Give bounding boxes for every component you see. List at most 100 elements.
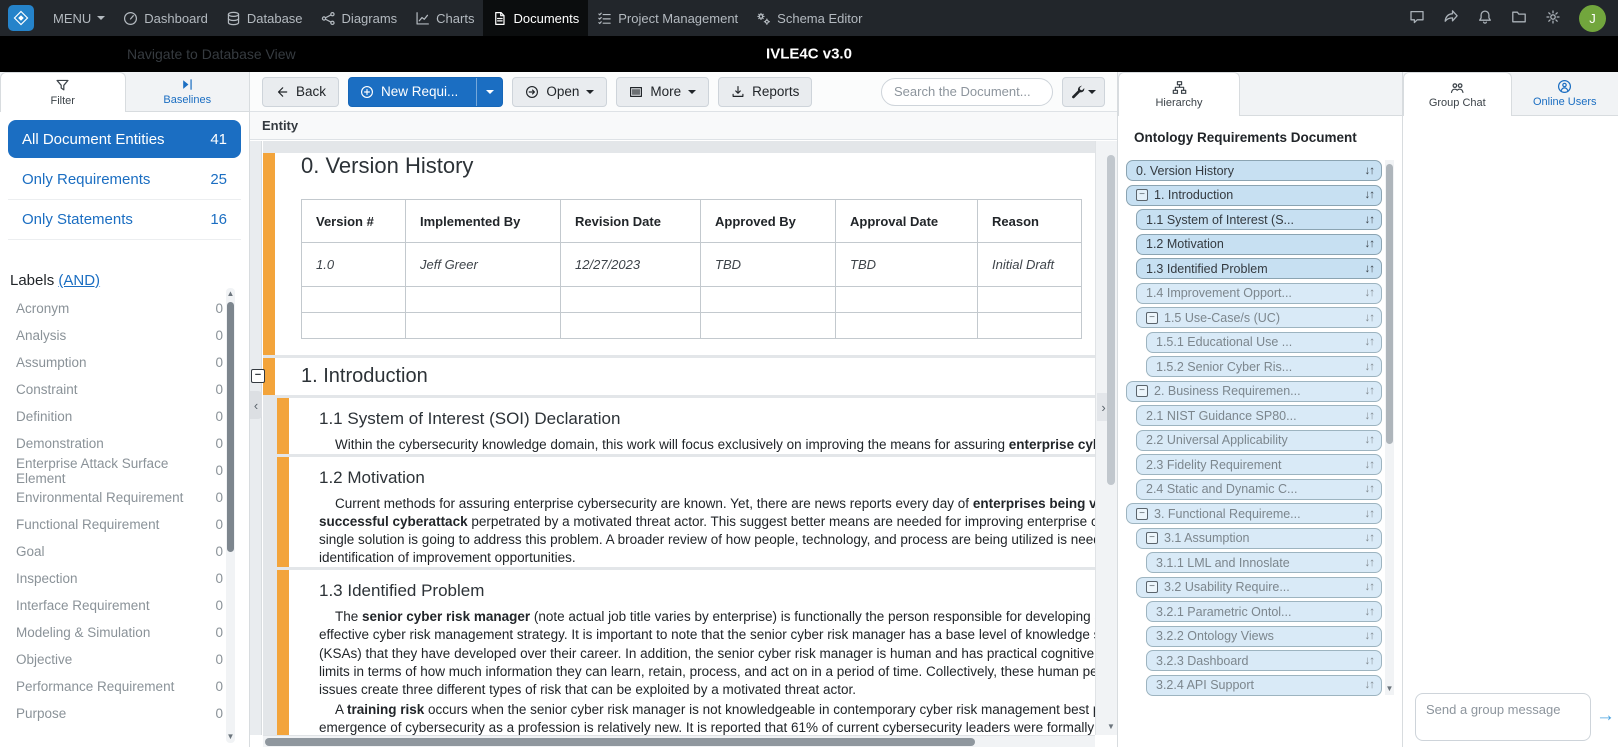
hierarchy-item-1-5-1-educational-use[interactable]: 1.5.1 Educational Use ...↓↑	[1146, 332, 1382, 353]
new-requirement-button[interactable]: New Requi...	[348, 77, 503, 107]
scroll-down-icon[interactable]: ▼	[226, 732, 235, 742]
hierarchy-item-1-2-motivation[interactable]: 1.2 Motivation↓↑	[1136, 234, 1382, 255]
sort-icon[interactable]: ↓↑	[1365, 312, 1375, 324]
hierarchy-item-1-introduction[interactable]: −1. Introduction↓↑	[1126, 185, 1382, 206]
send-message-icon[interactable]: →	[1596, 705, 1615, 727]
collapse-icon[interactable]: −	[1146, 532, 1158, 544]
hierarchy-item-1-4-improvement-opport[interactable]: 1.4 Improvement Opport...↓↑	[1136, 283, 1382, 304]
sort-icon[interactable]: ↓↑	[1365, 189, 1375, 201]
hierarchy-item-2-1-nist-guidance-sp80[interactable]: 2.1 NIST Guidance SP80...↓↑	[1136, 405, 1382, 426]
sidebar-scrollbar[interactable]: ▲ ▼	[226, 288, 235, 743]
gear-icon[interactable]	[1545, 9, 1561, 28]
new-requirement-dropdown[interactable]	[476, 78, 502, 106]
hierarchy-item-1-1-system-of-interest-s[interactable]: 1.1 System of Interest (S...↓↑	[1136, 209, 1382, 230]
sort-icon[interactable]: ↓↑	[1365, 581, 1375, 593]
label-modeling-simulation[interactable]: Modeling & Simulation0	[0, 619, 249, 646]
hierarchy-item-3-2-4-api-support[interactable]: 3.2.4 API Support↓↑	[1146, 675, 1382, 696]
hierarchy-item-1-5-use-case-s-uc[interactable]: −1.5 Use-Case/s (UC)↓↑	[1136, 307, 1382, 328]
sort-icon[interactable]: ↓↑	[1365, 165, 1375, 177]
tab-group-chat[interactable]: Group Chat	[1403, 72, 1512, 116]
tab-online-users[interactable]: Online Users	[1512, 72, 1618, 115]
more-button[interactable]: More	[616, 77, 709, 107]
sort-icon[interactable]: ↓↑	[1365, 238, 1375, 250]
user-avatar[interactable]: J	[1579, 5, 1606, 32]
collapse-icon[interactable]: −	[1136, 189, 1148, 201]
document-horizontal-scrollbar[interactable]	[263, 735, 1095, 747]
label-environmental-requirement[interactable]: Environmental Requirement0	[0, 484, 249, 511]
scrollbar-thumb[interactable]	[265, 738, 975, 746]
bell-icon[interactable]	[1477, 9, 1493, 28]
sort-icon[interactable]: ↓↑	[1365, 557, 1375, 569]
label-purpose[interactable]: Purpose0	[0, 700, 249, 727]
collapse-icon[interactable]: −	[1136, 508, 1148, 520]
sort-icon[interactable]: ↓↑	[1365, 434, 1375, 446]
sort-icon[interactable]: ↓↑	[1365, 630, 1375, 642]
hierarchy-item-3-2-usability-require[interactable]: −3.2 Usability Require...↓↑	[1136, 577, 1382, 598]
nav-item-dashboard[interactable]: Dashboard	[114, 0, 217, 36]
sort-icon[interactable]: ↓↑	[1365, 532, 1375, 544]
label-performance-requirement[interactable]: Performance Requirement0	[0, 673, 249, 700]
hierarchy-scrollbar[interactable]: ▼	[1385, 160, 1394, 695]
tab-filter[interactable]: Filter	[0, 72, 126, 112]
scrollbar-thumb[interactable]	[227, 302, 234, 552]
sort-icon[interactable]: ↓↑	[1365, 483, 1375, 495]
sort-icon[interactable]: ↓↑	[1365, 508, 1375, 520]
sort-icon[interactable]: ↓↑	[1365, 214, 1375, 226]
hierarchy-item-3-2-3-dashboard[interactable]: 3.2.3 Dashboard↓↑	[1146, 650, 1382, 671]
filter-only-statements[interactable]: Only Statements16	[8, 200, 241, 240]
scrollbar-thumb[interactable]	[1386, 164, 1393, 444]
sort-icon[interactable]: ↓↑	[1365, 361, 1375, 373]
nav-item-schema-editor[interactable]: Schema Editor	[747, 0, 871, 36]
scroll-down-icon[interactable]: ▼	[1385, 684, 1394, 694]
tools-button[interactable]	[1062, 77, 1105, 107]
sort-icon[interactable]: ↓↑	[1365, 655, 1375, 667]
back-button[interactable]: Back	[262, 77, 339, 107]
tab-hierarchy[interactable]: Hierarchy	[1118, 72, 1240, 116]
hierarchy-item-3-2-2-ontology-views[interactable]: 3.2.2 Ontology Views↓↑	[1146, 626, 1382, 647]
hierarchy-item-3-functional-requireme[interactable]: −3. Functional Requireme...↓↑	[1126, 503, 1382, 524]
label-interface-requirement[interactable]: Interface Requirement0	[0, 592, 249, 619]
sort-icon[interactable]: ↓↑	[1365, 679, 1375, 691]
label-enterprise-attack-surface-element[interactable]: Enterprise Attack Surface Element0	[0, 457, 249, 484]
reports-button[interactable]: Reports	[718, 77, 812, 107]
hierarchy-item-2-3-fidelity-requirement[interactable]: 2.3 Fidelity Requirement↓↑	[1136, 454, 1382, 475]
document-vertical-scrollbar[interactable]: ▼	[1107, 143, 1115, 733]
label-objective[interactable]: Objective0	[0, 646, 249, 673]
hierarchy-item-1-5-2-senior-cyber-ris[interactable]: 1.5.2 Senior Cyber Ris...↓↑	[1146, 356, 1382, 377]
collapse-left-chevron-icon[interactable]: ‹	[250, 391, 262, 419]
hierarchy-item-3-1-1-lml-and-innoslate[interactable]: 3.1.1 LML and Innoslate↓↑	[1146, 552, 1382, 573]
nav-item-charts[interactable]: Charts	[406, 0, 483, 36]
nav-item-documents[interactable]: Documents	[483, 0, 588, 36]
label-definition[interactable]: Definition0	[0, 403, 249, 430]
hierarchy-item-2-2-universal-applicability[interactable]: 2.2 Universal Applicability↓↑	[1136, 430, 1382, 451]
sort-icon[interactable]: ↓↑	[1365, 385, 1375, 397]
document-scroll-area[interactable]: 0. Version History Version #Implemented …	[263, 141, 1095, 735]
sort-icon[interactable]: ↓↑	[1365, 410, 1375, 422]
collapse-section-icon[interactable]: −	[251, 369, 265, 383]
document-search-input[interactable]	[881, 78, 1053, 106]
hierarchy-item-2-4-static-and-dynamic-c[interactable]: 2.4 Static and Dynamic C...↓↑	[1136, 479, 1382, 500]
hierarchy-item-2-business-requiremen[interactable]: −2. Business Requiremen...↓↑	[1126, 381, 1382, 402]
label-assumption[interactable]: Assumption0	[0, 349, 249, 376]
sort-icon[interactable]: ↓↑	[1365, 336, 1375, 348]
folder-icon[interactable]	[1511, 9, 1527, 28]
label-acronym[interactable]: Acronym0	[0, 295, 249, 322]
labels-operator-link[interactable]: (AND)	[58, 272, 100, 289]
label-analysis[interactable]: Analysis0	[0, 322, 249, 349]
hierarchy-item-1-3-identified-problem[interactable]: 1.3 Identified Problem↓↑	[1136, 258, 1382, 279]
group-message-input[interactable]	[1415, 693, 1591, 741]
collapse-icon[interactable]: −	[1136, 385, 1148, 397]
app-logo[interactable]	[8, 5, 34, 31]
share-icon[interactable]	[1443, 9, 1459, 28]
sort-icon[interactable]: ↓↑	[1365, 459, 1375, 471]
scroll-down-icon[interactable]: ▼	[1107, 722, 1115, 732]
label-inspection[interactable]: Inspection0	[0, 565, 249, 592]
nav-item-diagrams[interactable]: Diagrams	[312, 0, 407, 36]
menu-dropdown[interactable]: MENU	[44, 0, 114, 36]
sort-icon[interactable]: ↓↑	[1365, 287, 1375, 299]
label-demonstration[interactable]: Demonstration0	[0, 430, 249, 457]
scroll-up-icon[interactable]: ▲	[226, 289, 235, 299]
nav-item-database[interactable]: Database	[217, 0, 312, 36]
hierarchy-item-3-2-1-parametric-ontol[interactable]: 3.2.1 Parametric Ontol...↓↑	[1146, 601, 1382, 622]
nav-item-project-management[interactable]: Project Management	[588, 0, 747, 36]
